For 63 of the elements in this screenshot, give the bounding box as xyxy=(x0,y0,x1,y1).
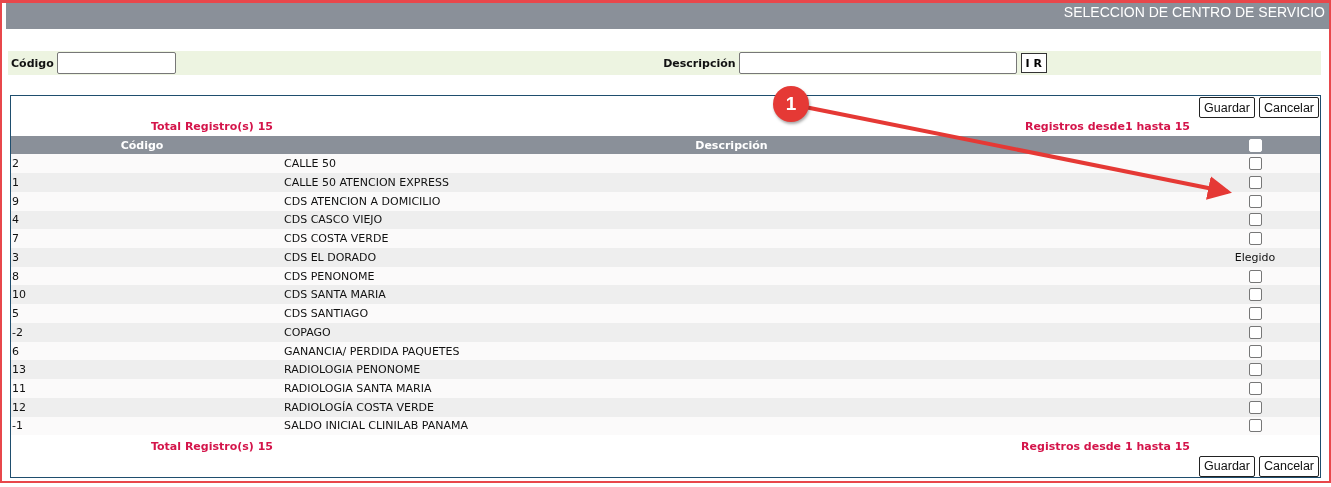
total-records: Total Registro(s) 15 xyxy=(151,120,273,134)
save-button[interactable]: Guardar xyxy=(1199,97,1255,118)
row-checkbox[interactable] xyxy=(1248,419,1262,433)
row-checkbox[interactable] xyxy=(1248,344,1262,358)
row-checkbox[interactable] xyxy=(1248,288,1262,302)
code-cell-text: 7 xyxy=(11,232,20,246)
row-checkbox[interactable] xyxy=(1248,269,1262,283)
row-status: Elegido xyxy=(1234,250,1276,264)
code-cell-text: 8 xyxy=(11,269,20,283)
description-cell-text: CDS CASCO VIEJO xyxy=(283,213,384,227)
description-cell-text: CALLE 50 ATENCION EXPRESS xyxy=(283,176,450,190)
description-cell-text: COPAGO xyxy=(283,325,332,339)
code-cell-text: 2 xyxy=(11,157,20,171)
description-label: Descripción xyxy=(663,56,736,70)
records-range: Registros desde1 hasta 15 xyxy=(1024,120,1190,134)
description-cell-text: RADIOLOGIA PENONOME xyxy=(283,363,422,377)
column-header: Código xyxy=(120,138,164,152)
row-checkbox[interactable] xyxy=(1248,381,1262,395)
code-cell-text: -1 xyxy=(11,419,24,433)
annotation-badge: 1 xyxy=(773,86,809,122)
description-input[interactable] xyxy=(738,52,1017,74)
row-checkbox[interactable] xyxy=(1248,400,1262,414)
description-cell-text: CDS EL DORADO xyxy=(283,250,378,264)
cancel-button[interactable]: Cancelar xyxy=(1258,97,1319,118)
description-cell-text: RADIOLOGÍA COSTA VERDE xyxy=(283,400,436,414)
row-checkbox[interactable] xyxy=(1248,194,1262,208)
description-cell-text: SALDO INICIAL CLINILAB PANAMA xyxy=(283,419,469,433)
row-checkbox[interactable] xyxy=(1248,176,1262,190)
row-checkbox[interactable] xyxy=(1248,213,1262,227)
code-cell-text: 5 xyxy=(11,307,20,321)
row-checkbox[interactable] xyxy=(1248,363,1262,377)
page-title: SELECCION DE CENTRO DE SERVICIO xyxy=(1063,4,1325,20)
code-input[interactable] xyxy=(56,52,176,74)
row-checkbox[interactable] xyxy=(1248,325,1262,339)
code-cell-text: -2 xyxy=(11,325,24,339)
code-cell-text: 4 xyxy=(11,213,20,227)
code-label: Código xyxy=(11,56,54,70)
records-range: Registros desde 1 hasta 15 xyxy=(1021,439,1190,453)
description-cell-text: RADIOLOGIA SANTA MARIA xyxy=(283,381,433,395)
description-cell-text: CDS ATENCION A DOMICILIO xyxy=(283,194,442,208)
code-cell-text: 11 xyxy=(11,381,27,395)
column-header: Descripción xyxy=(695,138,768,152)
code-cell-text: 10 xyxy=(11,288,27,302)
description-cell-text: GANANCIA/ PERDIDA PAQUETES xyxy=(283,344,461,358)
code-cell-text: 12 xyxy=(11,400,27,414)
total-records: Total Registro(s) 15 xyxy=(151,439,273,453)
code-cell-text: 3 xyxy=(11,250,20,264)
description-cell-text: CALLE 50 xyxy=(283,157,337,171)
description-cell-text: CDS COSTA VERDE xyxy=(283,232,390,246)
row-checkbox[interactable] xyxy=(1248,157,1262,171)
description-cell-text: CDS PENONOME xyxy=(283,269,376,283)
code-cell-text: 6 xyxy=(11,344,20,358)
row-checkbox[interactable] xyxy=(1248,307,1262,321)
cancel-button[interactable]: Cancelar xyxy=(1258,455,1319,477)
description-cell-text: CDS SANTIAGO xyxy=(283,307,370,321)
row-checkbox[interactable] xyxy=(1248,232,1262,246)
go-button[interactable]: I R xyxy=(1020,53,1047,73)
save-button[interactable]: Guardar xyxy=(1199,455,1255,477)
description-cell-text: CDS SANTA MARIA xyxy=(283,288,387,302)
code-cell-text: 9 xyxy=(11,194,20,208)
code-cell-text: 1 xyxy=(11,176,20,190)
select-all-checkbox[interactable] xyxy=(1248,138,1262,152)
code-cell-text: 13 xyxy=(11,363,27,377)
